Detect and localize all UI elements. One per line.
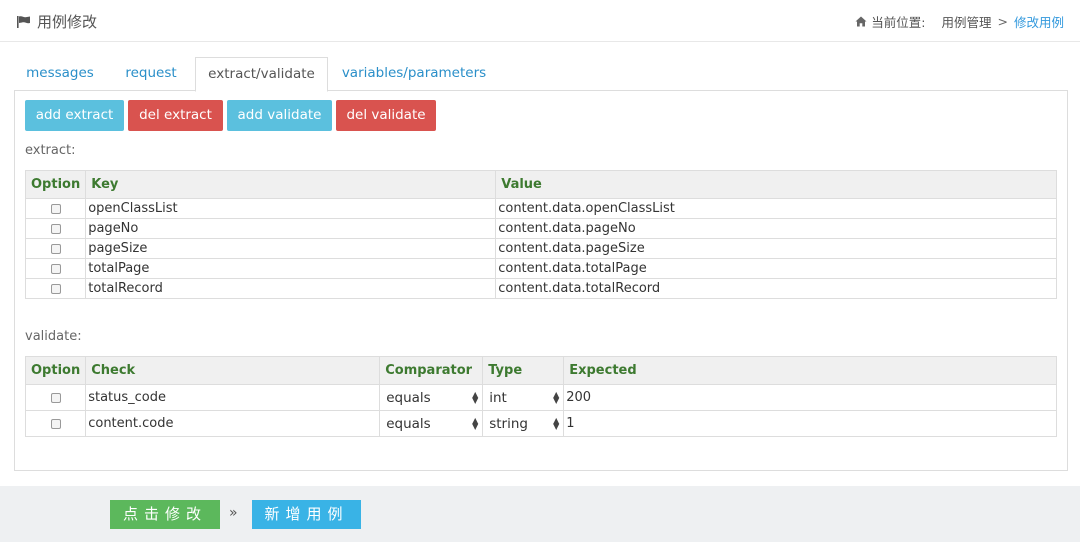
add-validate-button[interactable]: add validate bbox=[227, 100, 332, 131]
validate-label: validate: bbox=[25, 329, 82, 344]
option-cell bbox=[24, 278, 87, 299]
column-header-type: Type bbox=[482, 356, 565, 385]
select-arrows-icon: ▲ ▼ bbox=[553, 415, 560, 431]
row-checkbox[interactable] bbox=[50, 243, 61, 254]
option-cell bbox=[24, 238, 87, 259]
flag-icon bbox=[17, 15, 30, 28]
comparator-value: equals bbox=[386, 389, 431, 406]
value-cell[interactable]: content.data.totalRecord bbox=[495, 278, 1057, 299]
option-cell bbox=[24, 218, 87, 239]
value-cell[interactable]: content.data.pageSize bbox=[495, 238, 1057, 259]
comparator-value: equals bbox=[386, 415, 431, 432]
value-cell[interactable]: content.data.totalPage bbox=[495, 258, 1057, 279]
del-validate-button[interactable]: del validate bbox=[336, 100, 436, 131]
value-cell[interactable]: content.data.pageNo bbox=[495, 218, 1057, 239]
column-header-comparator: Comparator bbox=[379, 356, 484, 385]
table-row: pageSize content.data.pageSize bbox=[24, 238, 1057, 259]
breadcrumb-current[interactable]: 修改用例 bbox=[1014, 12, 1064, 31]
tab-extract-validate[interactable]: extract/validate bbox=[195, 57, 328, 92]
key-cell[interactable]: totalRecord bbox=[85, 278, 497, 299]
key-cell[interactable]: pageNo bbox=[85, 218, 497, 239]
raquo-separator: » bbox=[229, 505, 238, 521]
add-case-button[interactable]: 新增用例 bbox=[252, 500, 361, 529]
page-title: 用例修改 bbox=[16, 11, 97, 32]
comparator-select[interactable]: equals ▲ ▼ bbox=[379, 410, 484, 437]
validate-table: Option Check Comparator Type Expected st… bbox=[24, 356, 1057, 437]
validate-header-row: Option Check Comparator Type Expected bbox=[24, 356, 1057, 385]
value-cell[interactable]: content.data.openClassList bbox=[495, 198, 1057, 219]
table-row: status_code equals ▲ ▼ int ▲ ▼ 200 bbox=[24, 384, 1057, 411]
table-row: openClassList content.data.openClassList bbox=[24, 198, 1057, 219]
column-header-value: Value bbox=[495, 170, 1057, 199]
tab-variables-parameters[interactable]: variables/parameters bbox=[336, 57, 492, 91]
type-value: string bbox=[489, 415, 528, 432]
option-cell bbox=[24, 410, 87, 437]
key-cell[interactable]: totalPage bbox=[85, 258, 497, 279]
select-arrows-icon: ▲ ▼ bbox=[472, 415, 479, 431]
row-checkbox[interactable] bbox=[50, 283, 61, 294]
select-arrows-icon: ▲ ▼ bbox=[553, 389, 560, 405]
page-title-text: 用例修改 bbox=[37, 13, 98, 31]
column-header-option: Option bbox=[24, 170, 87, 199]
row-checkbox[interactable] bbox=[50, 418, 61, 429]
submit-edit-button[interactable]: 点击修改 bbox=[110, 500, 220, 529]
tab-messages[interactable]: messages bbox=[16, 57, 104, 91]
main-panel: 用例修改 当前位置: 用例管理 > 修改用例 messages request … bbox=[0, 0, 1080, 486]
table-row: totalPage content.data.totalPage bbox=[24, 258, 1057, 279]
row-checkbox[interactable] bbox=[50, 263, 61, 274]
column-header-expected: Expected bbox=[563, 356, 1057, 385]
breadcrumb-separator: > bbox=[997, 14, 1008, 29]
add-extract-button[interactable]: add extract bbox=[25, 100, 124, 131]
table-row: pageNo content.data.pageNo bbox=[24, 218, 1057, 239]
check-cell[interactable]: content.code bbox=[85, 410, 381, 437]
row-checkbox[interactable] bbox=[50, 223, 61, 234]
extract-header-row: Option Key Value bbox=[24, 170, 1057, 199]
home-icon bbox=[855, 16, 867, 27]
check-cell[interactable]: status_code bbox=[85, 384, 381, 411]
option-cell bbox=[24, 384, 87, 411]
type-select[interactable]: int ▲ ▼ bbox=[482, 384, 565, 411]
column-header-check: Check bbox=[85, 356, 381, 385]
row-checkbox[interactable] bbox=[50, 203, 61, 214]
select-arrows-icon: ▲ ▼ bbox=[472, 389, 479, 405]
breadcrumb: 当前位置: 用例管理 > 修改用例 bbox=[855, 12, 1064, 31]
extract-table: Option Key Value openClassList content.d… bbox=[24, 170, 1057, 299]
row-checkbox[interactable] bbox=[50, 392, 61, 403]
expected-cell[interactable]: 1 bbox=[563, 410, 1057, 437]
tab-bar: messages request extract/validate variab… bbox=[14, 57, 1068, 92]
breadcrumb-parent[interactable]: 用例管理 bbox=[941, 12, 991, 31]
column-header-key: Key bbox=[85, 170, 497, 199]
option-cell bbox=[24, 258, 87, 279]
tab-request[interactable]: request bbox=[112, 57, 190, 91]
breadcrumb-prefix: 当前位置: bbox=[871, 15, 926, 30]
type-select[interactable]: string ▲ ▼ bbox=[482, 410, 565, 437]
key-cell[interactable]: pageSize bbox=[85, 238, 497, 259]
comparator-select[interactable]: equals ▲ ▼ bbox=[379, 384, 484, 411]
table-row: content.code equals ▲ ▼ string ▲ ▼ 1 bbox=[24, 410, 1057, 437]
expected-cell[interactable]: 200 bbox=[563, 384, 1057, 411]
extract-label: extract: bbox=[25, 143, 76, 158]
column-header-option: Option bbox=[24, 356, 87, 385]
option-cell bbox=[24, 198, 87, 219]
type-value: int bbox=[489, 389, 507, 406]
del-extract-button[interactable]: del extract bbox=[128, 100, 223, 131]
page-header: 用例修改 当前位置: 用例管理 > 修改用例 bbox=[0, 0, 1080, 42]
key-cell[interactable]: openClassList bbox=[85, 198, 497, 219]
table-row: totalRecord content.data.totalRecord bbox=[24, 278, 1057, 299]
